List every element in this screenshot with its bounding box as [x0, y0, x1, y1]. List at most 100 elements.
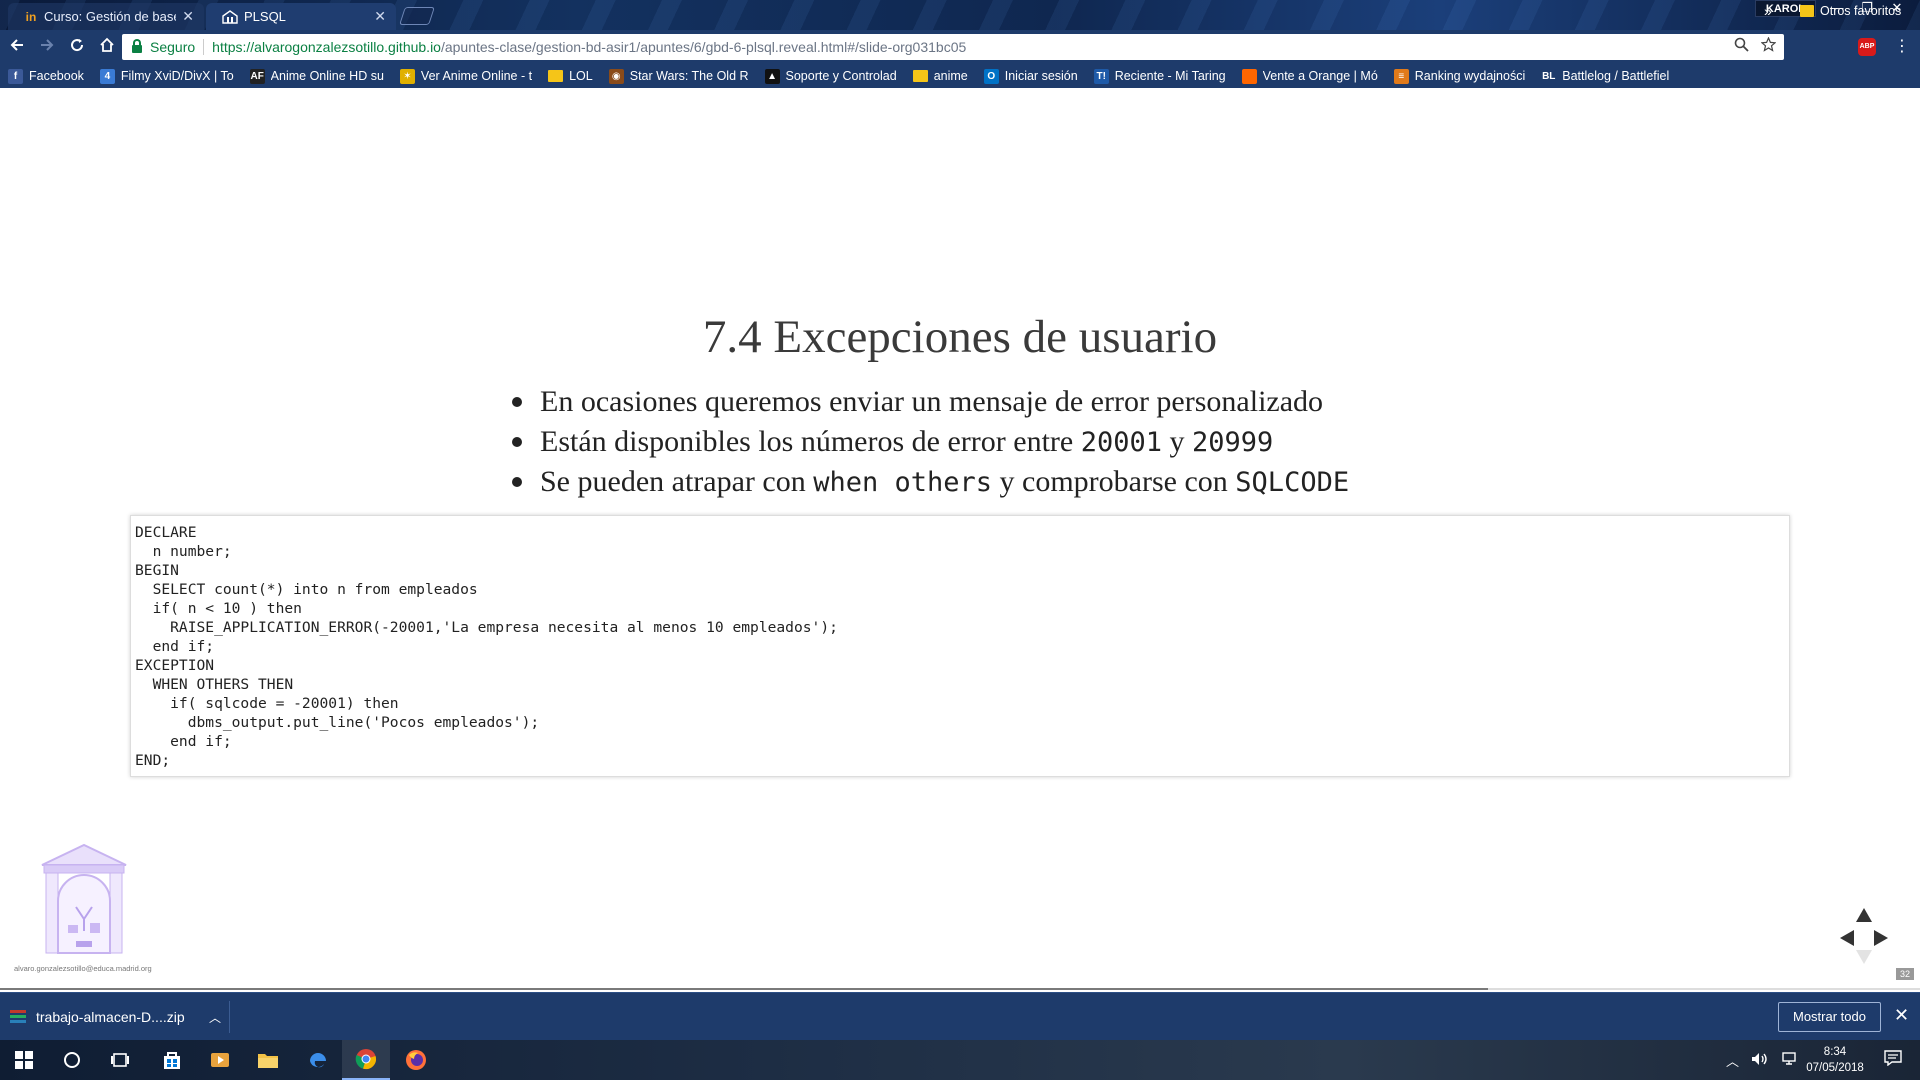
bullet-text: y comprobarse con — [992, 465, 1236, 498]
folder-icon — [258, 1054, 278, 1068]
task-view-icon — [111, 1053, 129, 1067]
inline-code: 20999 — [1191, 426, 1274, 458]
system-clock[interactable]: 8:34 07/05/2018 — [1800, 1044, 1870, 1076]
code-block: DECLARE n number; BEGIN SELECT count(*) … — [130, 515, 1790, 777]
slide-progress-fill — [0, 988, 1488, 990]
reload-button[interactable] — [64, 34, 90, 60]
taringa-icon: T! — [1093, 68, 1109, 84]
file-explorer-button[interactable] — [244, 1040, 292, 1080]
bullet-text: En ocasiones queremos enviar un mensaje … — [540, 385, 1324, 418]
bookmark-item[interactable]: BL Battlelog / Battlefiel — [1541, 68, 1669, 84]
bookmark-item[interactable]: ▲ Soporte y Controlad — [764, 68, 897, 84]
bookmark-label: Soporte y Controlad — [785, 69, 897, 83]
star-icon: ✶ — [399, 68, 415, 84]
windows-taskbar: ︿ 8:34 07/05/2018 — [0, 1040, 1920, 1080]
cortana-icon — [64, 1052, 80, 1068]
chevron-up-icon[interactable]: ︿ — [209, 1009, 221, 1026]
bookmark-label: Filmy XviD/DivX | To — [120, 69, 234, 83]
af-icon: AF — [249, 68, 265, 84]
bookmark-label: anime — [933, 69, 968, 83]
url-host: https://alvarogonzalezsotillo.github.io — [212, 39, 441, 55]
code-text: DECLARE n number; BEGIN SELECT count(*) … — [135, 524, 838, 769]
bookmark-item[interactable]: 4 Filmy XviD/DivX | To — [99, 68, 234, 84]
bullet-item: Se pueden atrapar con when others y comp… — [512, 462, 1349, 502]
bookmark-item[interactable]: ≡ Ranking wydajności — [1393, 68, 1525, 84]
edge-icon — [310, 1053, 326, 1068]
media-player-button[interactable] — [196, 1040, 244, 1080]
menu-icon[interactable]: ⋮ — [1892, 36, 1912, 56]
star-bookmark-icon[interactable] — [1760, 36, 1777, 56]
bookmark-item[interactable]: ◉ Star Wars: The Old R — [608, 68, 749, 84]
other-bookmarks-label: Otros favoritos — [1820, 4, 1902, 18]
nvidia-icon: ▲ — [764, 68, 780, 84]
edge-button[interactable] — [294, 1040, 342, 1080]
start-button[interactable] — [0, 1040, 48, 1080]
close-icon[interactable]: ✕ — [182, 8, 194, 25]
bookmark-item[interactable]: LOL — [548, 69, 593, 83]
close-download-bar-icon[interactable]: ✕ — [1894, 1005, 1909, 1026]
bookmarks-overflow-button[interactable]: » — [1764, 3, 1772, 19]
address-bar[interactable]: Seguro https://alvarogonzalezsotillo.git… — [122, 34, 1784, 60]
volume-icon[interactable] — [1751, 1052, 1769, 1069]
tab-curso[interactable]: in Curso: Gestión de bases d ✕ — [8, 3, 204, 30]
bookmark-item[interactable]: f Facebook — [8, 68, 84, 84]
bookmark-item[interactable]: ✶ Ver Anime Online - t — [399, 68, 532, 84]
page-icon — [222, 9, 238, 24]
media-player-icon — [211, 1053, 229, 1067]
windows-logo-icon — [15, 1051, 33, 1069]
forward-button[interactable] — [34, 34, 60, 60]
school-logo — [38, 843, 130, 957]
store-icon — [164, 1052, 180, 1069]
bullet-text: y — [1161, 425, 1192, 458]
back-button[interactable] — [4, 34, 30, 60]
folder-icon — [1800, 5, 1814, 17]
title-bar: in Curso: Gestión de bases d ✕ PLSQL ✕ K… — [0, 0, 1920, 30]
nav-right-arrow-icon[interactable] — [1874, 930, 1888, 946]
other-bookmarks-folder[interactable]: Otros favoritos — [1800, 4, 1901, 18]
network-icon[interactable] — [1781, 1051, 1799, 1069]
bullet-text: Están disponibles los números de error e… — [540, 425, 1081, 458]
lock-icon — [132, 39, 142, 53]
show-all-downloads-button[interactable]: Mostrar todo — [1778, 1002, 1881, 1032]
battlelog-icon: BL — [1541, 68, 1557, 84]
folder-icon — [912, 70, 928, 82]
bookmark-item[interactable]: T! Reciente - Mi Taring — [1093, 68, 1226, 84]
nav-down-arrow-icon — [1856, 950, 1872, 964]
bookmark-item[interactable]: AF Anime Online HD su — [249, 68, 384, 84]
close-icon[interactable]: ✕ — [374, 8, 386, 25]
swtor-icon: ◉ — [608, 68, 624, 84]
slide-progress-bar — [0, 988, 1920, 990]
bookmark-label: Facebook — [29, 69, 84, 83]
adblock-icon[interactable]: ABP — [1858, 38, 1876, 56]
firefox-button[interactable] — [392, 1040, 440, 1080]
bookmark-item[interactable]: anime — [912, 69, 968, 83]
ranking-icon: ≡ — [1393, 68, 1409, 84]
browser-toolbar: Seguro https://alvarogonzalezsotillo.git… — [0, 30, 1920, 64]
in-icon: in — [25, 9, 37, 24]
store-button[interactable] — [148, 1040, 196, 1080]
chevron-up-icon[interactable]: ︿ — [1726, 1051, 1739, 1070]
bookmark-label: Reciente - Mi Taring — [1114, 69, 1226, 83]
search-button[interactable] — [48, 1040, 96, 1080]
nav-up-arrow-icon[interactable] — [1856, 908, 1872, 922]
bullet-text: Se pueden atrapar con — [540, 465, 814, 498]
bullet-item: En ocasiones queremos enviar un mensaje … — [512, 382, 1349, 422]
bookmark-label: Vente a Orange | Mó — [1262, 69, 1378, 83]
zoom-icon[interactable] — [1734, 37, 1749, 56]
download-bar: trabajo-almacen-D....zip ︿ Mostrar todo … — [0, 992, 1920, 1040]
chrome-button[interactable] — [342, 1040, 390, 1080]
nav-left-arrow-icon[interactable] — [1840, 930, 1854, 946]
task-view-button[interactable] — [96, 1040, 144, 1080]
tab-plsql[interactable]: PLSQL ✕ — [206, 3, 396, 30]
number4-icon: 4 — [99, 68, 115, 84]
new-tab-button[interactable] — [399, 7, 435, 25]
home-button[interactable] — [94, 34, 120, 60]
separator — [203, 39, 205, 55]
inline-code: 20001 — [1080, 426, 1162, 458]
bookmark-item[interactable]: O Iniciar sesión — [983, 68, 1078, 84]
bookmarks-bar: f Facebook 4 Filmy XviD/DivX | To AF Anime On… — [0, 64, 1920, 88]
author-email: alvaro.gonzalezsotillo@educa.madrid.org — [14, 964, 152, 973]
notifications-icon[interactable] — [1884, 1050, 1902, 1070]
download-item[interactable]: trabajo-almacen-D....zip ︿ — [10, 1001, 230, 1033]
bookmark-item[interactable]: Vente a Orange | Mó — [1241, 68, 1378, 84]
